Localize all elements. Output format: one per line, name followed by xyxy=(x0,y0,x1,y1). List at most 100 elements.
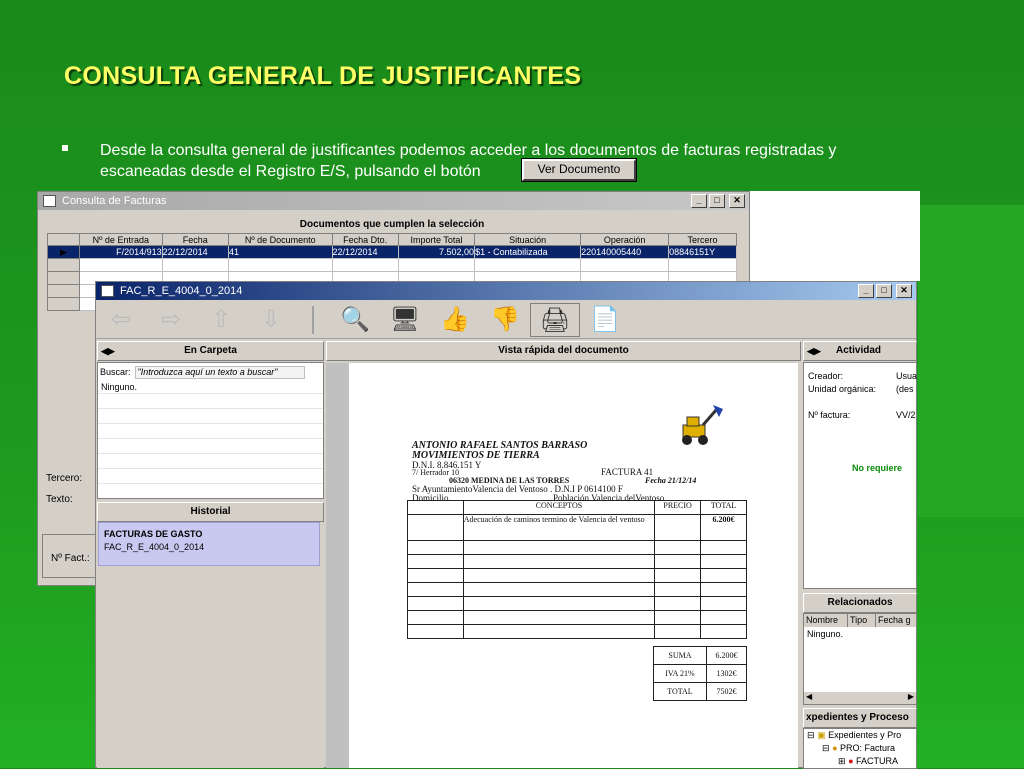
toolbar-separator xyxy=(312,305,314,334)
historial-entry[interactable]: FACTURAS DE GASTO FAC_R_E_4004_0_2014 xyxy=(98,522,320,566)
factura-value: VV/2 xyxy=(896,410,916,420)
window-title: FAC_R_E_4004_0_2014 xyxy=(120,285,243,297)
folder-icon: ▣ xyxy=(817,730,826,740)
minimize-button[interactable]: _ xyxy=(858,284,874,298)
document-help-icon[interactable]: 📄 xyxy=(580,303,630,337)
row-indicator-header xyxy=(47,233,80,246)
process-icon: ● xyxy=(832,743,838,753)
historial-panel: FACTURAS DE GASTO FAC_R_E_4004_0_2014 xyxy=(97,522,324,768)
tree-item[interactable]: ⊟ ▣ Expedientes y Pro xyxy=(807,730,901,741)
document-icon xyxy=(101,285,114,297)
col-header[interactable]: Fecha xyxy=(161,233,229,246)
expand-icon[interactable]: ⊞ xyxy=(838,756,846,766)
thumbs-up-icon[interactable]: 👍 xyxy=(430,303,480,337)
total-label: TOTAL xyxy=(653,682,707,701)
table-row[interactable]: ▶ F/2014/913 22/12/2014 41 22/12/2014 7.… xyxy=(47,245,737,259)
bullet-line-1: Desde la consulta general de justificant… xyxy=(100,142,837,159)
search-row: Buscar: "Introduzca aquí un texto a busc… xyxy=(100,365,320,379)
suma-value: 6.200€ xyxy=(705,646,748,665)
arrow-down-icon[interactable]: ⇩ xyxy=(246,303,296,337)
maximize-button[interactable]: □ xyxy=(709,194,725,208)
row-pointer-icon: ▶ xyxy=(47,245,80,259)
vista-rapida-header: Vista rápida del documento xyxy=(326,341,801,361)
app-icon xyxy=(43,195,56,207)
iva-label: IVA 21% xyxy=(653,664,707,683)
arrow-up-icon[interactable]: ⇧ xyxy=(196,303,246,337)
col-header[interactable]: Operación xyxy=(580,233,670,246)
col-header: PRECIO xyxy=(654,500,702,515)
thumbs-down-icon[interactable]: 👎 xyxy=(480,303,530,337)
scroll-left-icon[interactable]: ◀ xyxy=(806,692,812,704)
bullet-icon xyxy=(62,145,68,151)
tree-item[interactable]: ⊟ ● PRO: Factura xyxy=(822,743,895,754)
panel-toggle-icon[interactable]: ◀▶ xyxy=(807,342,821,360)
col-header[interactable]: Nº de Documento xyxy=(227,233,333,246)
arrow-right-icon[interactable]: ⇨ xyxy=(146,303,196,337)
close-button[interactable]: ✕ xyxy=(729,194,745,208)
collapse-icon[interactable]: ⊟ xyxy=(807,730,815,740)
total-value: 7502€ xyxy=(705,682,748,701)
list-item[interactable]: Ninguno. xyxy=(101,382,137,392)
minimize-button[interactable]: _ xyxy=(691,194,707,208)
col-header[interactable]: Tercero xyxy=(668,233,737,246)
cell: 08846151Y xyxy=(668,245,737,259)
cell: 41 xyxy=(227,245,333,259)
col-header[interactable]: Nombre xyxy=(804,614,848,627)
col-header[interactable]: Situación xyxy=(474,233,582,246)
bullet-line-2: escaneadas desde el Registro E/S, pulsan… xyxy=(100,163,481,180)
col-header[interactable]: Tipo xyxy=(848,614,876,627)
cell: 220140005440 xyxy=(580,245,670,259)
bullet-text: Desde la consulta general de justificant… xyxy=(100,140,920,182)
background-band xyxy=(918,205,1024,517)
texto-label: Texto: xyxy=(46,494,73,505)
ver-documento-button[interactable]: Ver Documento xyxy=(521,158,637,182)
col-header[interactable]: Importe Total xyxy=(397,233,476,246)
concept-cell: Adecuación de caminos termino de Valenci… xyxy=(462,514,656,541)
scroll-right-icon[interactable]: ▶ xyxy=(908,692,914,704)
slide-title: CONSULTA GENERAL DE JUSTIFICANTES xyxy=(64,62,582,90)
en-carpeta-panel: Buscar: "Introduzca aquí un texto a busc… xyxy=(97,362,324,499)
iva-value: 1302€ xyxy=(705,664,748,683)
historial-heading: FACTURAS DE GASTO xyxy=(104,529,203,539)
actividad-header: ◀▶ Actividad xyxy=(803,341,917,361)
tree-item[interactable]: ⊞ ● FACTURA xyxy=(838,756,898,767)
col-header[interactable]: Nº de Entrada xyxy=(79,233,163,246)
relacionados-panel: Nombre Tipo Fecha g Ninguno. ◀ ▶ xyxy=(803,613,917,705)
relacionados-columns: Nombre Tipo Fecha g xyxy=(804,614,916,627)
cell: 22/12/2014 xyxy=(161,245,229,259)
monitor-icon[interactable]: 🖥 xyxy=(380,303,430,337)
list-item[interactable]: Ninguno. xyxy=(804,627,916,641)
cell: F/2014/913 xyxy=(79,245,163,259)
preview-margin xyxy=(326,363,349,768)
collapse-icon[interactable]: ⊟ xyxy=(822,743,830,753)
factura-label: Nº factura: xyxy=(808,410,851,420)
invoice-date: Fecha 21/12/14 xyxy=(645,476,697,485)
horizontal-scrollbar[interactable]: ◀ ▶ xyxy=(804,692,916,704)
actividad-panel: Creador: Usua Unidad orgánica: (des Nº f… xyxy=(803,362,917,589)
cell: $1 - Contabilizada xyxy=(474,245,582,259)
col-header[interactable]: Fecha g xyxy=(876,614,916,627)
invoice-table: CONCEPTOS PRECIO TOTAL Adecuación de cam… xyxy=(407,500,747,639)
panel-toggle-icon[interactable]: ◀▶ xyxy=(101,342,115,360)
document-preview[interactable]: ANTONIO RAFAEL SANTOS BARRASO MOVIMIENTO… xyxy=(349,363,798,768)
nfact-label: Nº Fact.: xyxy=(51,553,90,564)
maximize-button[interactable]: □ xyxy=(876,284,892,298)
search-input[interactable]: "Introduzca aquí un texto a buscar" xyxy=(134,365,305,379)
suma-label: SUMA xyxy=(653,646,707,665)
titlebar[interactable]: FAC_R_E_4004_0_2014 _ □ ✕ xyxy=(96,282,916,300)
magnifier-icon[interactable]: 🔍 xyxy=(330,303,380,337)
close-button[interactable]: ✕ xyxy=(896,284,912,298)
grid-caption: Documentos que cumplen la selección xyxy=(299,219,485,230)
table-row[interactable] xyxy=(47,258,737,272)
creador-label: Creador: xyxy=(808,371,844,381)
nfact-group: Nº Fact.: xyxy=(42,534,98,578)
invoice-totals: SUMA 6.200€ IVA 21% 1302€ TOTAL 7502€ xyxy=(653,646,748,701)
col-header[interactable]: Fecha Dto. xyxy=(331,233,399,246)
blank-area xyxy=(750,191,920,281)
arrow-left-icon[interactable]: ⇦ xyxy=(96,303,146,337)
historial-item: FAC_R_E_4004_0_2014 xyxy=(104,542,205,552)
scanner-icon[interactable]: 🖨 xyxy=(530,302,580,337)
unidad-value: (des xyxy=(896,384,914,394)
titlebar[interactable]: Consulta de Facturas _ □ ✕ xyxy=(38,192,749,210)
col-header: TOTAL xyxy=(700,500,747,515)
